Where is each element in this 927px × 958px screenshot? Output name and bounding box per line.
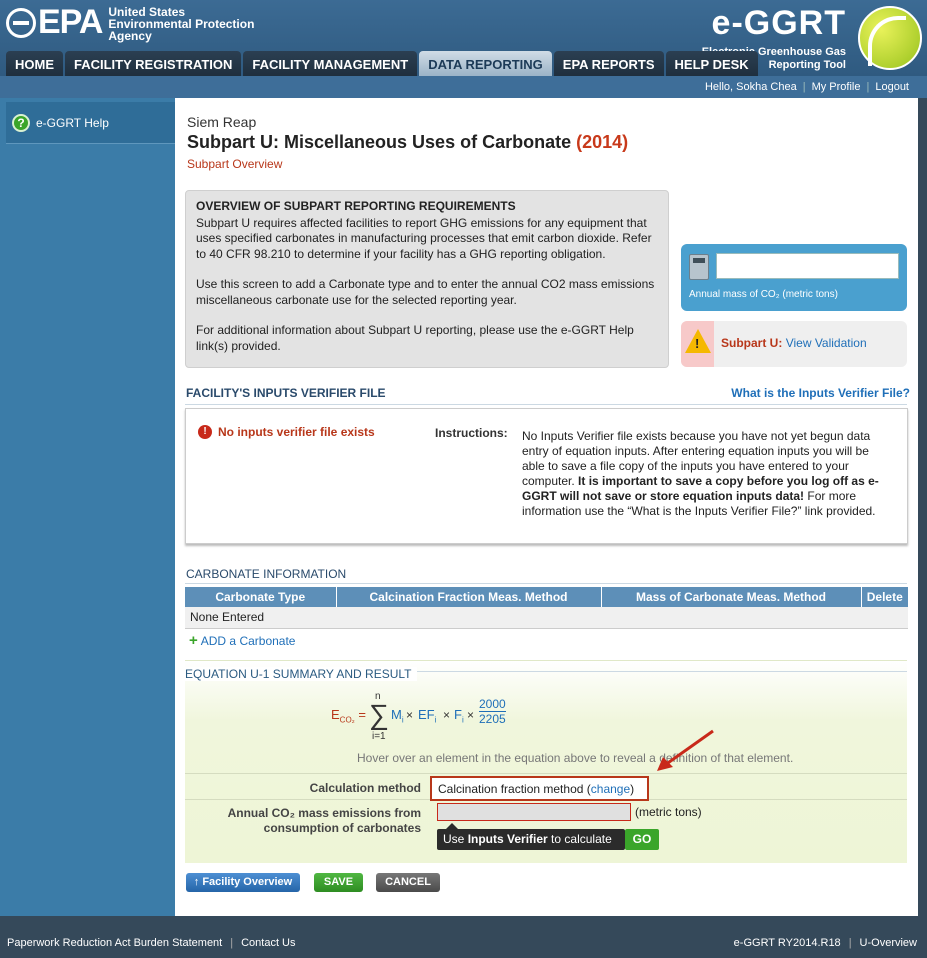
help-icon: ? (12, 113, 30, 132)
validation-panel: ! Subpart U: View Validation (681, 321, 907, 367)
column-header[interactable]: Calcination Fraction Meas. Method (336, 587, 602, 607)
bird-logo-icon (858, 6, 922, 70)
page-subtitle: Subpart Overview (187, 157, 283, 171)
column-header[interactable]: Mass of Carbonate Meas. Method (601, 587, 862, 607)
sidebar: ? e-GGRT Help (0, 98, 175, 916)
annual-mass-summary: Annual mass of CO₂ (metric tons) (681, 244, 907, 311)
facility-name: Siem Reap (187, 114, 257, 130)
equation-section: EQUATION U-1 SUMMARY AND RESULT ECO₂ = n… (185, 660, 907, 863)
eq-term-m[interactable]: Mi (391, 707, 404, 725)
instructions-text: No Inputs Verifier file exists because y… (522, 429, 879, 518)
site-footer: Paperwork Reduction Act Burden Statement… (0, 928, 927, 958)
calc-method-value: Calcination fraction method (change) (430, 776, 649, 801)
annotation-arrow-icon (657, 729, 714, 771)
verifier-panel: ! No inputs verifier file exists Instruc… (185, 408, 908, 544)
empty-row-text: None Entered (185, 607, 908, 629)
verifier-status: ! No inputs verifier file exists (198, 425, 375, 439)
divider (185, 583, 907, 584)
reporting-year: (2014) (576, 132, 629, 152)
site-header: EPA United States Environmental Protecti… (0, 0, 927, 76)
column-header[interactable]: Delete (861, 587, 908, 607)
main-nav: HOME FACILITY REGISTRATION FACILITY MANA… (6, 51, 758, 76)
eq-conversion-factor[interactable]: 2000 2205 (479, 697, 506, 726)
page-title: Subpart U: Miscellaneous Uses of Carbona… (187, 132, 629, 152)
annual-mass-input[interactable] (437, 803, 631, 821)
my-profile-link[interactable]: My Profile (812, 81, 861, 93)
annual-mass-label: Annual CO₂ mass emissions from consumpti… (227, 806, 421, 835)
calc-method-label: Calculation method (309, 781, 421, 795)
equation-u1: ECO₂ = n ∑ i=1 Mi × EFi × Fi × 2000 2205 (331, 691, 506, 742)
go-button[interactable]: GO (625, 829, 659, 850)
page-id-label: U-Overview (859, 937, 917, 949)
overview-text: Use this screen to add a Carbonate type … (196, 277, 655, 307)
user-bar: Hello, Sokha Chea | My Profile | Logout (0, 76, 927, 98)
tab-epa-reports[interactable]: EPA REPORTS (553, 51, 664, 76)
view-validation-link[interactable]: View Validation (786, 336, 867, 350)
unit-label: (metric tons) (635, 805, 702, 819)
table-row: None Entered (185, 607, 908, 629)
contact-link[interactable]: Contact Us (241, 937, 295, 949)
carbonate-section-title: CARBONATE INFORMATION (186, 567, 347, 581)
divider (185, 404, 907, 405)
tab-facility-registration[interactable]: FACILITY REGISTRATION (65, 51, 242, 76)
sidebar-item-label: e-GGRT Help (36, 115, 109, 130)
validation-label: Subpart U: (721, 336, 783, 350)
verifier-help-link[interactable]: What is the Inputs Verifier File? (731, 386, 910, 400)
plus-icon: + (189, 632, 198, 649)
tab-facility-management[interactable]: FACILITY MANAGEMENT (243, 51, 418, 76)
change-method-link[interactable]: change (591, 782, 630, 796)
divider (335, 671, 907, 672)
instructions-label: Instructions: (435, 426, 508, 440)
annual-mass-display (716, 253, 899, 279)
paperwork-link[interactable]: Paperwork Reduction Act Burden Statement (7, 937, 222, 949)
add-carbonate-link[interactable]: + ADD a Carbonate (189, 632, 295, 649)
equation-section-title: EQUATION U-1 SUMMARY AND RESULT (185, 667, 418, 681)
logout-link[interactable]: Logout (875, 81, 909, 93)
column-header[interactable]: Carbonate Type (185, 587, 337, 607)
calc-method-row: Calculation method Calcination fraction … (185, 773, 907, 801)
overview-heading: OVERVIEW OF SUBPART REPORTING REQUIREMEN… (196, 199, 516, 213)
epa-logo[interactable]: EPA United States Environmental Protecti… (6, 4, 254, 42)
overview-panel: OVERVIEW OF SUBPART REPORTING REQUIREMEN… (185, 190, 669, 368)
tab-data-reporting[interactable]: DATA REPORTING (419, 51, 552, 76)
overview-text: For additional information about Subpart… (196, 323, 634, 353)
main-content: Siem Reap Subpart U: Miscellaneous Uses … (175, 98, 918, 916)
equation-hint: Hover over an element in the equation ab… (357, 751, 794, 765)
eq-term-ef[interactable]: EFi (418, 707, 436, 725)
facility-overview-button[interactable]: ↑ Facility Overview (186, 873, 300, 892)
cancel-button[interactable]: CANCEL (376, 873, 440, 892)
user-greeting: Hello, Sokha Chea (704, 81, 797, 93)
epa-wordmark: EPA (38, 3, 103, 41)
annual-mass-label: Annual mass of CO₂ (metric tons) (689, 289, 838, 300)
save-button[interactable]: SAVE (314, 873, 363, 892)
error-icon: ! (198, 425, 212, 439)
epa-seal-icon (6, 8, 36, 38)
verifier-hint: Use Inputs Verifier to calculate (437, 829, 625, 850)
carbonate-table: Carbonate Type Calcination Fraction Meas… (185, 587, 908, 629)
eq-term-eco2[interactable]: ECO₂ = (331, 707, 366, 725)
sidebar-item-help[interactable]: ? e-GGRT Help (6, 102, 175, 144)
eq-term-f[interactable]: Fi (454, 707, 464, 725)
agency-name: United States Environmental Protection A… (108, 5, 255, 43)
overview-text: Subpart U requires affected facilities t… (196, 215, 652, 261)
tab-help-desk[interactable]: HELP DESK (665, 51, 758, 76)
calculator-icon (689, 254, 709, 280)
app-title: e-GGRT (711, 4, 846, 42)
warning-icon: ! (681, 321, 714, 367)
verifier-section-title: FACILITY'S INPUTS VERIFIER FILE (186, 386, 386, 400)
version-label: e-GGRT RY2014.R18 (733, 937, 841, 949)
tab-home[interactable]: HOME (6, 51, 63, 76)
